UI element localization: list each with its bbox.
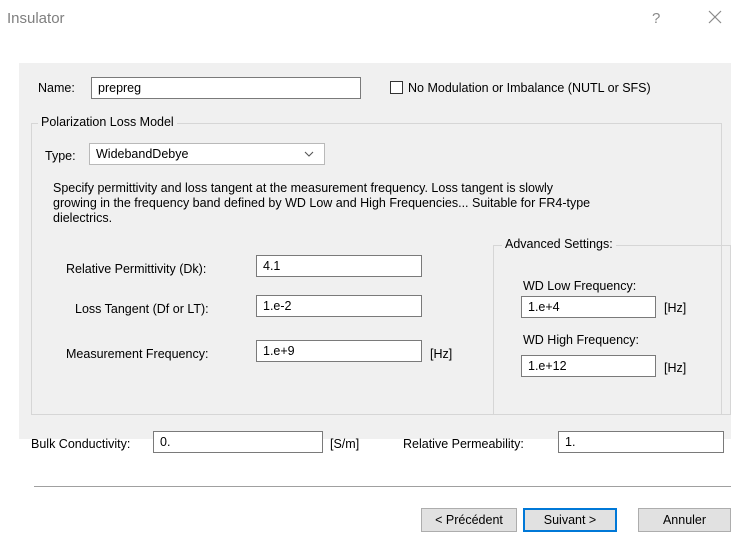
no-modulation-label[interactable]: No Modulation or Imbalance (NUTL or SFS) — [408, 81, 651, 95]
advanced-settings-group — [493, 245, 731, 415]
window-title: Insulator — [7, 10, 65, 27]
advanced-settings-title: Advanced Settings: — [502, 237, 616, 251]
close-button[interactable] — [706, 8, 724, 26]
polarization-group-title: Polarization Loss Model — [38, 115, 177, 129]
description-line-1: Specify permittivity and loss tangent at… — [53, 181, 554, 195]
relative-permittivity-input[interactable]: 4.1 — [256, 255, 422, 277]
wd-high-input[interactable]: 1.e+12 — [521, 355, 656, 377]
type-label: Type: — [45, 149, 76, 163]
measurement-frequency-input[interactable]: 1.e+9 — [256, 340, 422, 362]
measurement-frequency-label: Measurement Frequency: — [66, 347, 209, 361]
wd-high-unit: [Hz] — [664, 361, 687, 375]
loss-tangent-input[interactable]: 1.e-2 — [256, 295, 422, 317]
bulk-conductivity-input[interactable]: 0. — [153, 431, 323, 453]
wd-low-unit: [Hz] — [664, 301, 687, 315]
chevron-down-icon — [304, 151, 314, 157]
description-line-2: growing in the frequency band defined by… — [53, 196, 591, 210]
name-input[interactable]: prepreg — [91, 77, 361, 99]
wd-high-label: WD High Frequency: — [523, 333, 640, 347]
bulk-conductivity-unit: [S/m] — [330, 437, 360, 451]
close-icon — [708, 10, 722, 24]
bulk-conductivity-label: Bulk Conductivity: — [31, 437, 131, 451]
measurement-frequency-unit: [Hz] — [430, 347, 453, 361]
cancel-button[interactable]: Annuler — [638, 508, 731, 532]
footer-separator — [34, 486, 731, 487]
description-line-3: dielectrics. — [53, 211, 113, 225]
help-button[interactable]: ? — [652, 10, 660, 27]
relative-permeability-label: Relative Permeability: — [403, 437, 524, 451]
type-select[interactable]: WidebandDebye — [89, 143, 325, 165]
relative-permeability-input[interactable]: 1. — [558, 431, 724, 453]
previous-button[interactable]: < Précédent — [421, 508, 517, 532]
no-modulation-checkbox[interactable] — [390, 81, 403, 94]
name-label: Name: — [38, 81, 75, 95]
next-button[interactable]: Suivant > — [523, 508, 617, 532]
wd-low-input[interactable]: 1.e+4 — [521, 296, 656, 318]
wd-low-label: WD Low Frequency: — [523, 279, 637, 293]
type-select-value: WidebandDebye — [96, 147, 189, 161]
loss-tangent-label: Loss Tangent (Df or LT): — [75, 302, 209, 316]
relative-permittivity-label: Relative Permittivity (Dk): — [66, 262, 207, 276]
